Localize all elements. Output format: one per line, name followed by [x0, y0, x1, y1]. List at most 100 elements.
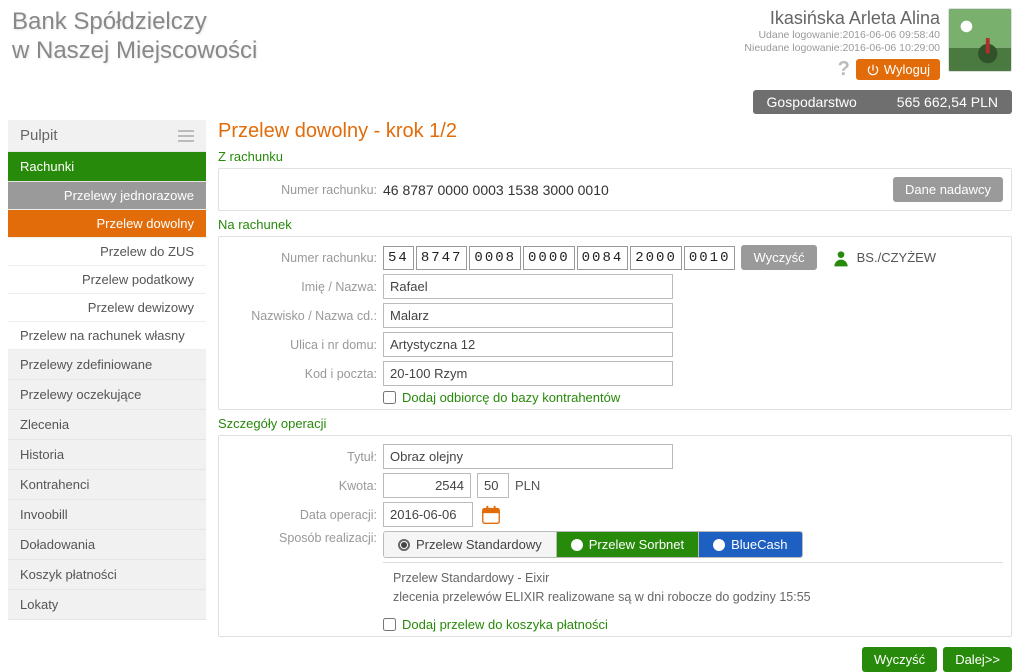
header: Bank Spółdzielczy w Naszej Miejscowości … [0, 0, 1024, 90]
acct-seg-3[interactable]: 0000 [523, 246, 575, 270]
radio-sorbnet-label: Przelew Sorbnet [589, 537, 684, 552]
panel-to: Numer rachunku: 54 8747 0008 0000 0084 2… [218, 236, 1012, 410]
sidebar-invoobill[interactable]: Invoobill [8, 500, 206, 530]
radio-icon [398, 539, 410, 551]
content: Przelew dowolny - krok 1/2 Z rachunku Nu… [218, 120, 1016, 672]
label-to-acct: Numer rachunku: [227, 251, 377, 265]
account-balance: 565 662,54 PLN [897, 94, 998, 110]
radio-bluecash-label: BlueCash [731, 537, 787, 552]
input-street[interactable] [383, 332, 673, 357]
sidebar-historia[interactable]: Historia [8, 440, 206, 470]
radio-bluecash[interactable]: BlueCash [699, 532, 801, 557]
clear-acct-button[interactable]: Wyczyść [741, 245, 816, 270]
account-bar: Gospodarstwo 565 662,54 PLN [0, 90, 1024, 120]
radio-icon [571, 539, 583, 551]
acct-seg-0[interactable]: 54 [383, 246, 414, 270]
login-info: Ikasińska Arleta Alina Udane logowanie:2… [744, 8, 940, 81]
acct-seg-2[interactable]: 0008 [469, 246, 521, 270]
checkbox-add-contact[interactable] [383, 391, 396, 404]
section-from: Z rachunku [218, 149, 1012, 164]
logout-button[interactable]: Wyloguj [856, 59, 940, 80]
logout-label: Wyloguj [884, 62, 930, 77]
sidebar-rachunki-label: Rachunki [20, 159, 74, 174]
acct-seg-4[interactable]: 0084 [577, 246, 629, 270]
panel-from: Numer rachunku: 46 8787 0000 0003 1538 3… [218, 168, 1012, 211]
person-icon [831, 248, 851, 268]
login-success: Udane logowanie:2016-06-06 09:58:40 [744, 29, 940, 42]
recipient-bank-name: BS./CZYŻEW [857, 250, 936, 265]
method-radio-group: Przelew Standardowy Przelew Sorbnet Blue… [383, 531, 803, 558]
calendar-icon[interactable] [479, 503, 503, 527]
sidebar-pulpit[interactable]: Pulpit [8, 120, 206, 152]
sidebar-kontrahenci[interactable]: Kontrahenci [8, 470, 206, 500]
input-date[interactable] [383, 502, 473, 527]
input-surname[interactable] [383, 303, 673, 328]
input-amount-dec[interactable] [477, 473, 509, 498]
sidebar-koszyk[interactable]: Koszyk płatności [8, 560, 206, 590]
sidebar-oczekujace[interactable]: Przelewy oczekujące [8, 380, 206, 410]
section-details: Szczegóły operacji [218, 416, 1012, 431]
label-add-basket[interactable]: Dodaj przelew do koszyka płatności [402, 617, 608, 632]
user-name: Ikasińska Arleta Alina [744, 8, 940, 29]
header-right: Ikasińska Arleta Alina Udane logowanie:2… [744, 8, 1012, 90]
input-post[interactable] [383, 361, 673, 386]
hamburger-icon [178, 130, 194, 142]
sidebar-zdefiniowane[interactable]: Przelewy zdefiniowane [8, 350, 206, 380]
label-surname: Nazwisko / Nazwa cd.: [227, 309, 377, 323]
footer-actions: Wyczyść Dalej>> [218, 647, 1012, 672]
label-street: Ulica i nr domu: [227, 338, 377, 352]
bank-name-line2: w Naszej Miejscowości [12, 37, 257, 66]
sidebar-sub-dowolny[interactable]: Przelew dowolny [8, 210, 206, 238]
input-name[interactable] [383, 274, 673, 299]
sender-data-button[interactable]: Dane nadawcy [893, 177, 1003, 202]
acct-seg-1[interactable]: 8747 [416, 246, 468, 270]
bank-title: Bank Spółdzielczy w Naszej Miejscowości [12, 8, 257, 90]
sidebar: Pulpit Rachunki Przelewy jednorazowe Prz… [8, 120, 206, 672]
radio-sorbnet[interactable]: Przelew Sorbnet [557, 532, 699, 557]
radio-icon [713, 539, 725, 551]
account-chip[interactable]: Gospodarstwo 565 662,54 PLN [753, 90, 1012, 114]
sidebar-pulpit-label: Pulpit [20, 127, 58, 144]
radio-standard[interactable]: Przelew Standardowy [384, 532, 557, 557]
label-from-acct: Numer rachunku: [227, 183, 377, 197]
label-title: Tytuł: [227, 450, 377, 464]
method-info-title: Przelew Standardowy - Eixir [393, 569, 993, 588]
acct-seg-5[interactable]: 2000 [630, 246, 682, 270]
label-amount: Kwota: [227, 479, 377, 493]
label-post: Kod i poczta: [227, 367, 377, 381]
section-to: Na rachunek [218, 217, 1012, 232]
login-fail: Nieudane logowanie:2016-06-06 10:29:00 [744, 42, 940, 55]
label-add-contact[interactable]: Dodaj odbiorcę do bazy kontrahentów [402, 390, 620, 405]
sidebar-rachunki[interactable]: Rachunki [8, 152, 206, 182]
clear-button[interactable]: Wyczyść [862, 647, 937, 672]
radio-standard-label: Przelew Standardowy [416, 537, 542, 552]
input-title[interactable] [383, 444, 673, 469]
from-account-number: 46 8787 0000 0003 1538 3000 0010 [383, 182, 887, 198]
help-icon[interactable]: ? [838, 58, 850, 81]
label-method: Sposób realizacji: [227, 531, 377, 545]
panel-details: Tytuł: Kwota: PLN Data operacji: Sposób … [218, 435, 1012, 637]
bank-name-line1: Bank Spółdzielczy [12, 8, 257, 37]
page-title: Przelew dowolny - krok 1/2 [218, 120, 1012, 143]
currency-label: PLN [515, 478, 540, 493]
label-date: Data operacji: [227, 508, 377, 522]
acct-seg-6[interactable]: 0010 [684, 246, 736, 270]
sidebar-sub-jednorazowe[interactable]: Przelewy jednorazowe [8, 182, 206, 210]
method-info: Przelew Standardowy - Eixir zlecenia prz… [383, 562, 1003, 613]
to-account-input[interactable]: 54 8747 0008 0000 0084 2000 0010 [383, 246, 735, 270]
account-name: Gospodarstwo [767, 94, 857, 110]
recipient-bank: BS./CZYŻEW [831, 248, 936, 268]
sidebar-lokaty[interactable]: Lokaty [8, 590, 206, 620]
next-button[interactable]: Dalej>> [943, 647, 1012, 672]
sidebar-zlecenia[interactable]: Zlecenia [8, 410, 206, 440]
power-icon [866, 63, 880, 77]
sidebar-sub-zus[interactable]: Przelew do ZUS [8, 238, 206, 266]
sidebar-sub-dewizowy[interactable]: Przelew dewizowy [8, 294, 206, 322]
avatar [948, 8, 1012, 72]
checkbox-add-basket[interactable] [383, 618, 396, 631]
label-name: Imię / Nazwa: [227, 280, 377, 294]
sidebar-sub-podatkowy[interactable]: Przelew podatkowy [8, 266, 206, 294]
sidebar-sub-wlasny[interactable]: Przelew na rachunek własny [8, 322, 206, 350]
sidebar-doladowania[interactable]: Doładowania [8, 530, 206, 560]
input-amount-int[interactable] [383, 473, 471, 498]
